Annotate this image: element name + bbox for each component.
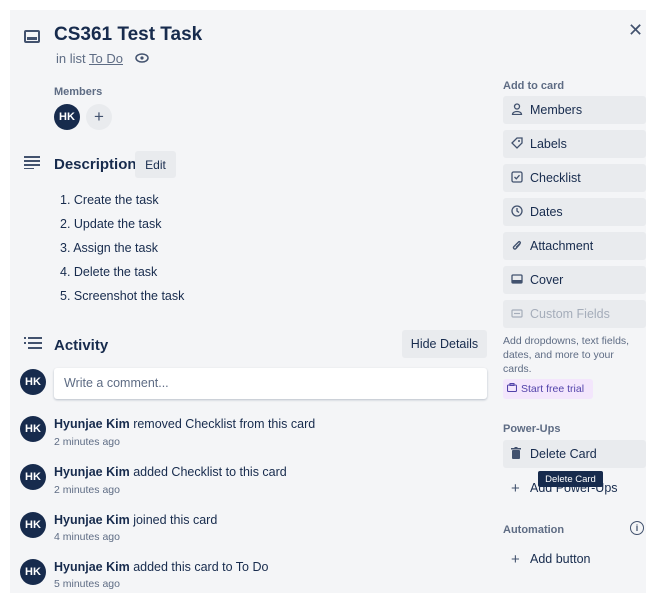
description-title: Description [54, 156, 137, 173]
labels-button-label: Labels [530, 137, 567, 151]
close-icon[interactable]: ✕ [628, 20, 643, 41]
description-item: 3. Assign the task [60, 241, 158, 255]
delete-card-button[interactable]: Delete Card [503, 440, 646, 468]
description-item: 4. Delete the task [60, 265, 158, 279]
add-button-label: Add button [530, 552, 591, 566]
custom-fields-button-label: Custom Fields [530, 307, 610, 321]
activity-entry-text: Hyunjae Kim removed Checklist from this … [54, 417, 315, 431]
activity-time[interactable]: 5 minutes ago [54, 578, 120, 590]
checklist-icon [511, 170, 529, 186]
description-item: 1. Create the task [60, 193, 159, 207]
activity-time[interactable]: 4 minutes ago [54, 531, 120, 543]
description-list[interactable]: 1. Create the task 2. Update the task 3.… [60, 188, 184, 308]
activity-title: Activity [54, 337, 109, 354]
description-item: 2. Update the task [60, 217, 162, 231]
description-icon [24, 154, 40, 174]
activity-time[interactable]: 2 minutes ago [54, 436, 120, 448]
description-item: 5. Screenshot the task [60, 289, 185, 303]
add-button-button[interactable]: + Add button [503, 545, 646, 573]
info-icon[interactable]: i [630, 521, 644, 535]
plus-icon: + [511, 479, 520, 497]
delete-card-label: Delete Card [530, 447, 597, 461]
cover-icon [511, 273, 529, 288]
label-icon [511, 136, 529, 152]
add-to-card-label: Add to card [503, 80, 565, 92]
card-title[interactable]: CS361 Test Task [54, 24, 202, 46]
labels-button[interactable]: Labels [503, 130, 646, 158]
custom-fields-button[interactable]: Custom Fields [503, 300, 646, 328]
hide-details-button[interactable]: Hide Details [402, 330, 487, 358]
activity-entry-text: Hyunjae Kim joined this card [54, 513, 217, 527]
in-list-prefix: in list [56, 51, 86, 66]
activity-action: added Checklist to this card [129, 465, 287, 479]
activity-user[interactable]: Hyunjae Kim [54, 560, 130, 574]
activity-user[interactable]: Hyunjae Kim [54, 417, 130, 431]
activity-action: joined this card [129, 513, 218, 527]
avatar: HK [20, 369, 46, 395]
avatar[interactable]: HK [20, 464, 46, 490]
attachment-button-label: Attachment [530, 239, 594, 253]
paperclip-icon [511, 239, 529, 254]
person-icon [511, 102, 529, 118]
activity-entry-text: Hyunjae Kim added Checklist to this card [54, 465, 287, 479]
activity-action: removed Checklist from this card [129, 417, 316, 431]
members-label: Members [54, 86, 103, 98]
cover-button[interactable]: Cover [503, 266, 646, 294]
in-list-line: in list To Do [56, 51, 149, 66]
avatar[interactable]: HK [20, 416, 46, 442]
briefcase-icon [506, 383, 518, 395]
avatar[interactable]: HK [20, 512, 46, 538]
activity-user[interactable]: Hyunjae Kim [54, 465, 130, 479]
members-button-label: Members [530, 103, 583, 117]
cover-button-label: Cover [530, 273, 564, 287]
avatar[interactable]: HK [20, 559, 46, 585]
checklist-button[interactable]: Checklist [503, 164, 646, 192]
start-free-trial-label: Start free trial [521, 383, 585, 395]
card-icon [24, 30, 40, 43]
comment-input[interactable]: Write a comment... [54, 368, 487, 399]
dates-button-label: Dates [530, 205, 563, 219]
automation-label: Automation [503, 524, 565, 536]
activity-time[interactable]: 2 minutes ago [54, 484, 120, 496]
checklist-button-label: Checklist [530, 171, 581, 185]
attachment-button[interactable]: Attachment [503, 232, 646, 260]
delete-card-tooltip: Delete Card [538, 471, 603, 487]
activity-entry-text: Hyunjae Kim added this card to To Do [54, 560, 268, 574]
plus-icon: + [511, 550, 520, 568]
custom-fields-icon [511, 307, 529, 322]
activity-icon [24, 335, 42, 355]
avatar[interactable]: HK [54, 104, 80, 130]
powerups-label: Power-Ups [503, 423, 561, 435]
edit-description-button[interactable]: Edit [135, 151, 176, 178]
list-link[interactable]: To Do [89, 51, 123, 66]
start-free-trial-button[interactable]: Start free trial [503, 379, 593, 399]
members-button[interactable]: Members [503, 96, 646, 124]
dates-button[interactable]: Dates [503, 198, 646, 226]
custom-fields-help-text: Add dropdowns, text fields, dates, and m… [503, 335, 630, 375]
eye-icon[interactable] [134, 51, 149, 66]
activity-action: added this card to To Do [129, 560, 269, 574]
activity-user[interactable]: Hyunjae Kim [54, 513, 130, 527]
add-member-button[interactable]: + [86, 104, 112, 130]
trash-icon [511, 446, 529, 462]
clock-icon [511, 204, 529, 220]
